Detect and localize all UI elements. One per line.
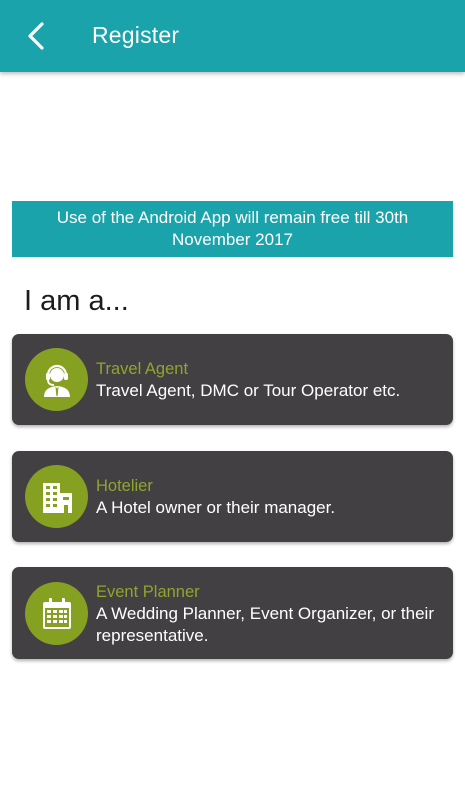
- role-text: Hotelier A Hotel owner or their manager.: [96, 475, 441, 519]
- role-title: Hotelier: [96, 477, 153, 495]
- role-text: Event Planner A Wedding Planner, Event O…: [96, 581, 441, 647]
- role-icon-badge: [25, 465, 88, 528]
- banner-text: Use of the Android App will remain free …: [56, 208, 409, 249]
- role-icon-badge: [25, 348, 88, 411]
- role-description: A Wedding Planner, Event Organizer, or t…: [96, 604, 434, 645]
- role-card-hotelier[interactable]: Hotelier A Hotel owner or their manager.: [12, 451, 453, 542]
- building-icon: [42, 482, 72, 513]
- headset-person-icon: [43, 364, 70, 397]
- role-card-travel-agent[interactable]: Travel Agent Travel Agent, DMC or Tour O…: [12, 334, 453, 425]
- role-card-event-planner[interactable]: Event Planner A Wedding Planner, Event O…: [12, 567, 453, 659]
- role-icon-badge: [25, 582, 88, 645]
- role-title: Event Planner: [96, 583, 200, 601]
- role-text: Travel Agent Travel Agent, DMC or Tour O…: [96, 358, 441, 402]
- role-description: A Hotel owner or their manager.: [96, 498, 336, 517]
- role-description: Travel Agent, DMC or Tour Operator etc.: [96, 381, 401, 400]
- back-button[interactable]: [18, 18, 54, 54]
- free-usage-banner: Use of the Android App will remain free …: [12, 201, 453, 257]
- chevron-left-icon: [28, 22, 44, 50]
- role-prompt-heading: I am a...: [24, 285, 129, 317]
- calendar-icon: [42, 597, 71, 629]
- page-title: Register: [92, 22, 180, 48]
- app-bar: Register: [0, 0, 465, 72]
- role-title: Travel Agent: [96, 360, 189, 378]
